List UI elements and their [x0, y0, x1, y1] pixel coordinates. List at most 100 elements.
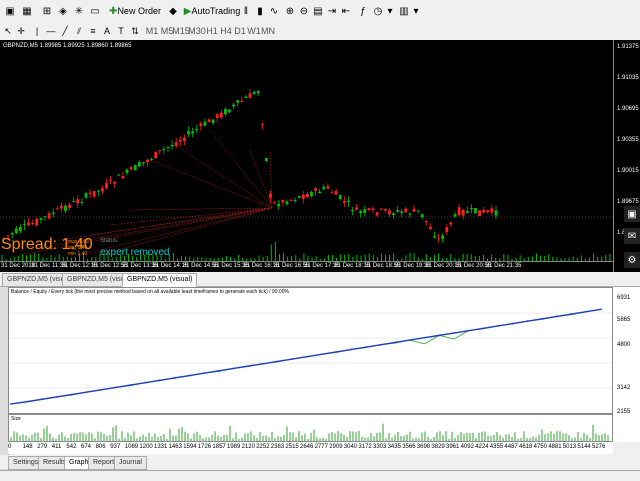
navigator-icon[interactable]: ✳ [72, 3, 86, 19]
fibonacci-icon[interactable]: ≡ [88, 23, 98, 39]
spread-min-label: min [68, 251, 77, 257]
candle-body [92, 191, 96, 197]
new-order-icon: ✚ [109, 5, 118, 17]
candle-body [429, 227, 432, 230]
candlestick-icon[interactable]: ▮ [254, 3, 266, 19]
arrows-icon[interactable]: ⇅ [130, 23, 140, 39]
balance-point [305, 355, 308, 358]
drawing-toolbar: ↖ ✛ | — ╱ ⫽ ≡ A T ⇅ M1 M5 M15 M30 H1 H4 … [0, 22, 640, 41]
autotrading-label: AutoTrading [191, 6, 241, 16]
candle-body [224, 109, 227, 115]
market-watch-icon[interactable]: ⊞ [40, 3, 54, 19]
balance-point [423, 336, 426, 339]
candle-body [265, 157, 268, 162]
candle-body [35, 218, 39, 226]
metaeditor-icon[interactable]: ◆ [166, 3, 180, 19]
size-graph: Size [8, 414, 613, 442]
profiles-icon[interactable]: ▦ [20, 3, 34, 19]
periods-icon[interactable]: ◷ [372, 3, 384, 19]
graph-x-tick: 3566 [402, 444, 416, 450]
autotrading-button[interactable]: ▶ AutoTrading [184, 3, 241, 19]
chart-tab-3[interactable]: GBPNZD,M5 (visual) [122, 273, 198, 287]
balance-graph: Balance / Equity / Every tick (the most … [8, 287, 613, 414]
horizontal-line-icon[interactable]: — [46, 23, 56, 39]
chart-tabs: GBPNZD,M5 (visual) GBPNZD,M5 (visual) GB… [0, 272, 640, 287]
graph-x-tick: 3040 [343, 444, 358, 450]
graph-x-tick: 4092 [460, 444, 474, 450]
balance-point [41, 398, 44, 401]
timeframe-mn[interactable]: MN [261, 23, 275, 39]
line-chart-icon[interactable]: ∿ [268, 3, 280, 19]
settings-gear-icon[interactable]: ⚙ [624, 252, 640, 268]
new-chart-icon[interactable]: ▣ [3, 3, 17, 19]
graph-x-tick: 4618 [519, 444, 533, 450]
channel-icon[interactable]: ⫽ [74, 23, 84, 39]
candle-body [187, 131, 190, 135]
balance-point [320, 353, 323, 356]
balance-point [394, 341, 397, 344]
price-tick-label: 1.90355 [617, 137, 639, 143]
candle-body [347, 200, 350, 203]
candle-body [60, 205, 63, 209]
data-window-icon[interactable]: ◈ [56, 3, 70, 19]
price-chart[interactable]: GBPNZD,M5 1.89985 1.89925 1.89860 1.8986… [0, 40, 613, 272]
graph-x-tick: 2777 [314, 444, 328, 450]
bar-chart-icon[interactable]: ‖ [240, 3, 252, 19]
timeframe-d1[interactable]: D1 [234, 23, 246, 39]
candle-body [43, 216, 47, 218]
balance-point [114, 386, 117, 389]
new-order-button[interactable]: ✚ New Order [108, 3, 162, 19]
camera-icon[interactable]: ▣ [624, 206, 640, 222]
candle-body [146, 159, 149, 163]
zoom-out-icon[interactable]: ⊖ [298, 3, 310, 19]
candle-body [392, 213, 395, 216]
chevron-down-icon[interactable]: ▾ [386, 3, 394, 19]
terminal-icon[interactable]: ▭ [88, 3, 102, 19]
trendline-icon[interactable]: ╱ [60, 23, 70, 39]
timeframe-m1[interactable]: M1 [146, 23, 159, 39]
crosshair-icon[interactable]: ✛ [16, 23, 26, 39]
chat-icon[interactable]: ✉ [624, 228, 640, 244]
templates-chevron-icon[interactable]: ▾ [412, 3, 420, 19]
balance-point [408, 339, 411, 342]
chart-shift-icon[interactable]: ⇤ [340, 3, 352, 19]
candle-body [76, 199, 80, 204]
graph-x-tick: 4224 [475, 444, 489, 450]
graph-x-tick: 3435 [387, 444, 401, 450]
tile-windows-icon[interactable]: ▤ [312, 3, 324, 19]
order-line [129, 207, 273, 211]
order-line [174, 144, 273, 209]
timeframe-m30[interactable]: M30 [188, 23, 206, 39]
candle-body [379, 208, 383, 210]
balance-point [188, 374, 191, 377]
candle-body [27, 222, 30, 226]
balance-point [291, 358, 294, 360]
candle-body [388, 210, 391, 215]
graph-x-tick: 2383 [270, 444, 285, 450]
graph-x-tick: 806 [95, 444, 106, 450]
balance-point [70, 393, 73, 396]
cursor-icon[interactable]: ↖ [3, 23, 13, 39]
timeframe-h4[interactable]: H4 [220, 23, 232, 39]
auto-scroll-icon[interactable]: ⇥ [326, 3, 338, 19]
graph-x-tick: 3698 [416, 444, 431, 450]
vertical-line-icon[interactable]: | [32, 23, 42, 39]
candle-body [129, 167, 133, 170]
timeframe-w1[interactable]: W1 [247, 23, 261, 39]
candle-body [142, 162, 145, 164]
text-icon[interactable]: A [102, 23, 112, 39]
balance-point [526, 320, 529, 323]
graph-y-axis: 6931 5865 4800 3142 2155 [613, 287, 640, 415]
candle-body [453, 214, 457, 217]
label-icon[interactable]: T [116, 23, 126, 39]
indicators-icon[interactable]: ƒ [356, 3, 370, 19]
spread-stats: max 1.40 avg 1.40 min 1.40 [68, 239, 89, 257]
tab-journal[interactable]: Journal [114, 456, 147, 470]
timeframe-h1[interactable]: H1 [206, 23, 218, 39]
balance-point [350, 348, 352, 351]
candle-body [445, 227, 449, 233]
candle-body [306, 193, 309, 198]
timeframe-m15[interactable]: M15 [172, 23, 190, 39]
zoom-in-icon[interactable]: ⊕ [284, 3, 296, 19]
templates-icon[interactable]: ▥ [398, 3, 410, 19]
